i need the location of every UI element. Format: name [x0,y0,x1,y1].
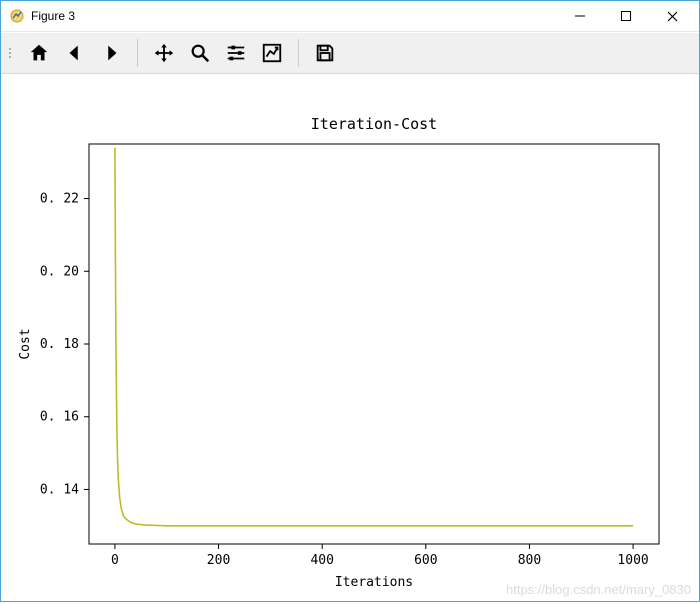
svg-text:0. 14: 0. 14 [40,482,79,497]
pan-button[interactable] [146,35,182,71]
svg-text:Cost: Cost [18,328,33,359]
home-button[interactable] [21,35,57,71]
zoom-button[interactable] [182,35,218,71]
svg-text:0. 18: 0. 18 [40,337,79,352]
svg-text:200: 200 [207,553,230,568]
toolbar-separator [137,39,138,67]
edit-axes-button[interactable] [254,35,290,71]
toolbar-separator [298,39,299,67]
svg-text:0. 20: 0. 20 [40,264,79,279]
svg-text:0. 16: 0. 16 [40,410,79,425]
maximize-button[interactable] [603,1,649,31]
svg-text:800: 800 [518,553,541,568]
svg-text:0: 0 [111,553,119,568]
svg-text:1000: 1000 [617,553,648,568]
close-button[interactable] [649,1,695,31]
svg-text:600: 600 [414,553,437,568]
configure-subplots-button[interactable] [218,35,254,71]
save-button[interactable] [307,35,343,71]
toolbar-grip [7,38,15,68]
window-controls [557,1,695,31]
titlebar: Figure 3 [1,1,699,32]
chart-canvas[interactable]: 0 200 400 600 800 1000 0. 14 0. 16 0. 18 0. 20 0. … [1,74,699,604]
forward-button[interactable] [93,35,129,71]
app-icon [9,8,25,24]
svg-text:Iteration-Cost: Iteration-Cost [311,115,437,133]
minimize-button[interactable] [557,1,603,31]
figure-window: Figure 3 [0,0,700,602]
matplotlib-toolbar [1,32,699,74]
window-title: Figure 3 [31,9,557,23]
back-button[interactable] [57,35,93,71]
svg-text:Iterations: Iterations [335,575,413,590]
plot-area: 0 200 400 600 800 1000 0. 14 0. 16 0. 18 0. 20 0. … [1,74,699,601]
svg-text:0. 22: 0. 22 [40,192,79,207]
svg-text:400: 400 [310,553,333,568]
